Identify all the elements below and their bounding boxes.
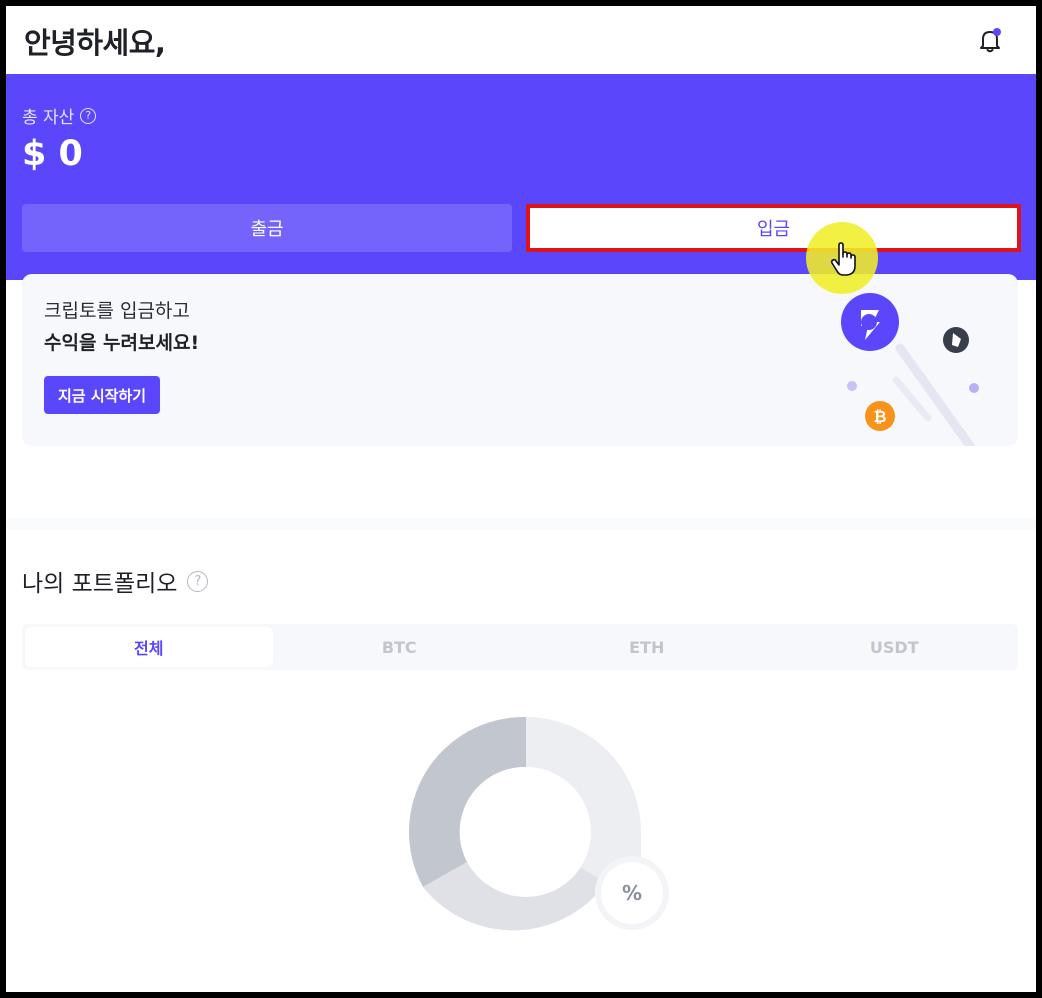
promo-line-2: 수익을 누려보세요! [44,332,200,354]
total-assets-label-text: 총 자산 [22,108,75,128]
bell-icon[interactable] [976,26,1004,54]
total-assets-label: 총 자산 ? [22,103,97,128]
portfolio-title-text: 나의 포트폴리오 [22,571,178,597]
question-circle-icon[interactable]: ? [187,570,209,592]
tab-eth[interactable]: ETH [523,624,771,670]
donut-percent-badge: % [622,881,642,905]
asset-summary-panel: 총 자산 ? $ 0 출금 입금 [6,74,1036,280]
svg-text:₿: ₿ [873,407,886,426]
crypto-coins-illustration: ₿ [841,293,979,446]
portfolio-donut-chart: % [408,716,669,931]
tab-usdt[interactable]: USDT [771,624,1019,670]
portfolio-heading: 나의 포트폴리오 ? [22,564,209,598]
promo-banner: 크립토를 입금하고 수익을 누려보세요! 지금 시작하기 ₿ [22,274,1018,446]
promo-line-1: 크립토를 입금하고 [44,300,190,322]
start-now-button-label: 지금 시작하기 [58,386,147,405]
question-circle-icon[interactable]: ? [80,107,97,124]
withdraw-button-label: 출금 [250,219,284,240]
tab-btc[interactable]: BTC [276,624,524,670]
tab-all[interactable]: 전체 [25,627,273,667]
withdraw-button[interactable]: 출금 [22,204,512,252]
section-divider [6,518,1036,530]
hand-pointer-icon [830,242,856,276]
top-bar: 안녕하세요, [6,6,1036,74]
greeting-text: 안녕하세요, [24,26,166,60]
app-frame: 안녕하세요, 총 자산 ? $ 0 출금 입금 크립토를 입금하고 수익을 누려… [6,6,1036,992]
portfolio-tabs: 전체 BTC ETH USDT [22,624,1018,670]
total-assets-value: $ 0 [22,134,83,174]
deposit-button[interactable]: 입금 [526,204,1021,252]
deposit-button-label: 입금 [756,219,791,240]
start-now-button[interactable]: 지금 시작하기 [44,376,161,414]
